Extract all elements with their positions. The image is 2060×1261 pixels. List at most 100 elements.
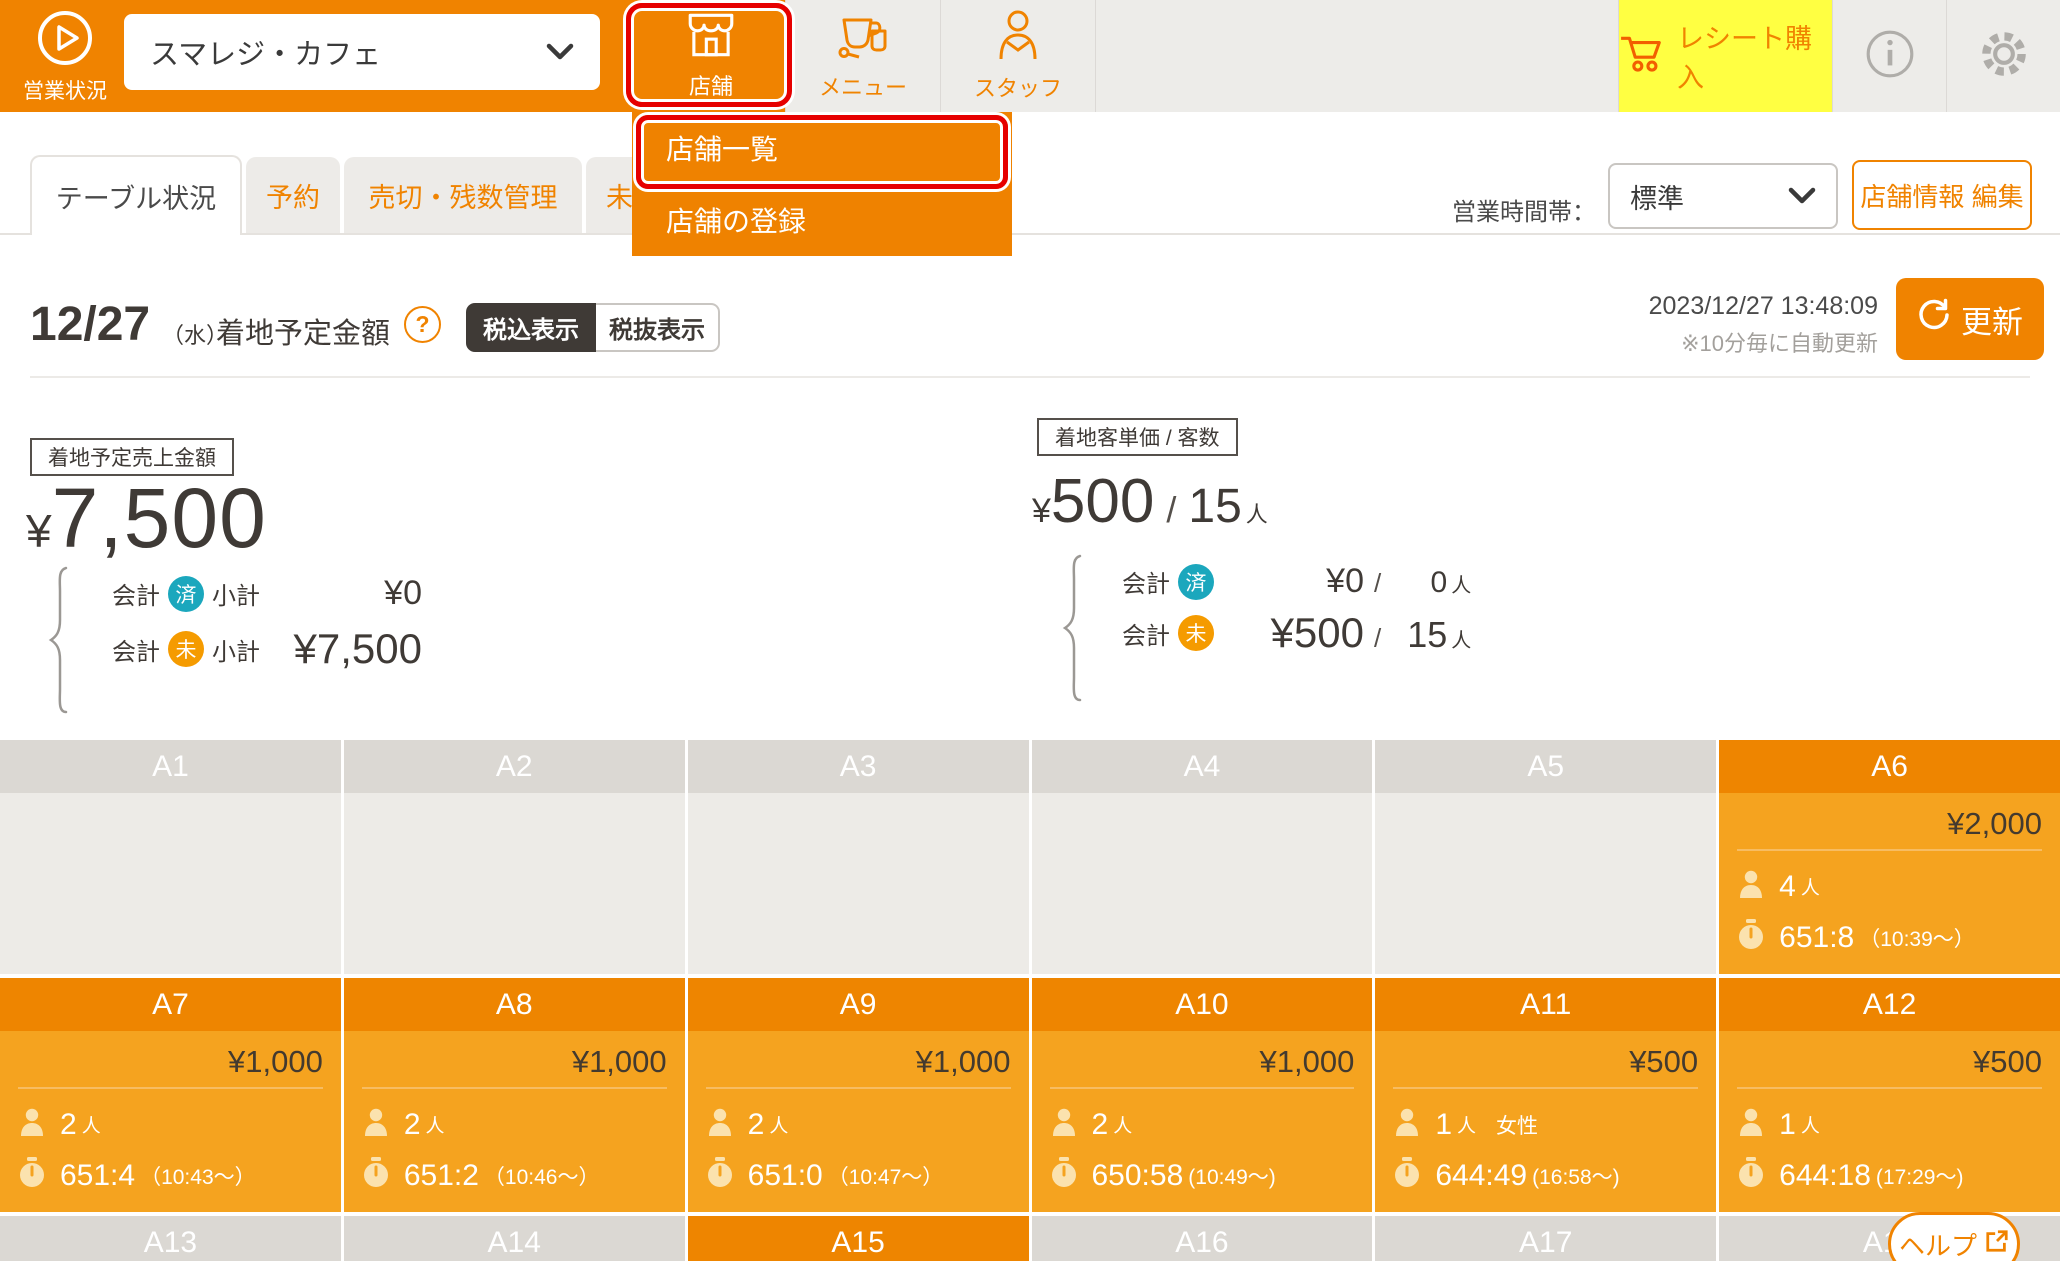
- table-cell-a16[interactable]: A16: [1032, 1216, 1373, 1261]
- person-icon: [18, 1107, 46, 1142]
- cell-people-line: 2人: [18, 1107, 323, 1142]
- kaikei-label: 会計: [112, 576, 160, 611]
- pc-unpaid-value: ¥500: [1236, 609, 1364, 657]
- table-cell-a8[interactable]: A8 ¥1,000 2人 651:2（10:46〜）: [344, 978, 685, 1212]
- storefront-icon: [684, 11, 738, 65]
- person-icon: [1737, 869, 1765, 904]
- paid-badge: 済: [168, 576, 204, 612]
- menu-item-store-list[interactable]: 店舗一覧: [632, 112, 1012, 184]
- refresh-icon: [1917, 298, 1951, 340]
- store-selector-value: スマレジ・カフェ: [150, 31, 381, 73]
- receipt-purchase-label: レシート購入: [1677, 17, 1832, 95]
- tab-soldout-management[interactable]: 売切・残数管理: [344, 157, 582, 233]
- business-status-button[interactable]: 営業状況: [10, 6, 120, 108]
- nav-item-menu[interactable]: メニュー: [785, 0, 940, 112]
- yen-sign: ¥: [26, 504, 52, 558]
- table-cell-a2[interactable]: A2: [344, 740, 685, 974]
- info-button[interactable]: [1832, 0, 1946, 112]
- sales-paid-row: 会計 済 小計 ¥0: [112, 574, 422, 613]
- store-selector[interactable]: スマレジ・カフェ: [124, 14, 600, 90]
- info-icon: [1863, 27, 1917, 86]
- tab-table-status[interactable]: テーブル状況: [30, 155, 242, 235]
- sales-forecast-amount: ¥7,500: [26, 470, 267, 567]
- business-hours-value: 標準: [1630, 177, 1684, 216]
- sales-unpaid-value: ¥7,500: [294, 625, 422, 673]
- business-status-label: 営業状況: [23, 75, 107, 105]
- stopwatch-icon: [1393, 1157, 1421, 1194]
- table-cell-a10[interactable]: A10 ¥1,000 2人 650:58(10:49〜): [1032, 978, 1373, 1212]
- menu-item-store-register[interactable]: 店舗の登録: [632, 184, 1012, 256]
- nav-item-store[interactable]: 店舗: [637, 0, 785, 112]
- cell-amount: ¥2,000: [1737, 801, 2042, 847]
- help-button[interactable]: ヘルプ: [1888, 1212, 2020, 1261]
- tax-excluded-toggle[interactable]: 税抜表示: [596, 303, 720, 352]
- table-status-dashboard: 営業状況 スマレジ・カフェ 店舗 メニュー スタッフ: [0, 0, 2060, 1261]
- table-cell-a13[interactable]: A13: [0, 1216, 341, 1261]
- stopwatch-icon: [362, 1157, 390, 1194]
- table-cell-a3[interactable]: A3: [688, 740, 1029, 974]
- business-hours-select[interactable]: 標準: [1608, 163, 1838, 229]
- person-icon: [362, 1107, 390, 1142]
- gear-icon: [1976, 26, 2032, 87]
- table-cell-a12[interactable]: A12 ¥500 1人 644:18(17:29〜): [1719, 978, 2060, 1212]
- refresh-button[interactable]: 更新: [1896, 278, 2044, 360]
- person-icon: [1050, 1107, 1078, 1142]
- staff-person-icon: [994, 9, 1042, 67]
- cell-amount: ¥1,000: [1050, 1039, 1355, 1085]
- tax-included-toggle[interactable]: 税込表示: [466, 303, 596, 352]
- tab-reservation[interactable]: 予約: [246, 157, 340, 233]
- paid-badge: 済: [1178, 564, 1214, 600]
- cell-amount: ¥500: [1393, 1039, 1698, 1085]
- cell-people-line: 1人: [1737, 1107, 2042, 1142]
- tax-display-toggle: 税込表示 税抜表示: [466, 303, 720, 352]
- summary-title: 着地予定金額: [216, 310, 390, 352]
- receipt-purchase-button[interactable]: レシート購入: [1618, 0, 1832, 112]
- table-cell-a15[interactable]: A15: [688, 1216, 1029, 1261]
- app-header: 営業状況 スマレジ・カフェ 店舗 メニュー スタッフ: [0, 0, 2060, 112]
- edit-store-info-button[interactable]: 店舗情報 編集: [1852, 160, 2032, 230]
- help-question-icon[interactable]: ?: [404, 306, 441, 343]
- cell-time-line: 651:2（10:46〜）: [362, 1157, 667, 1194]
- person-icon: [1737, 1107, 1765, 1142]
- table-cell-a9[interactable]: A9 ¥1,000 2人 651:0（10:47〜）: [688, 978, 1029, 1212]
- cell-time-line: 644:49(16:58〜): [1393, 1157, 1698, 1194]
- refresh-label: 更新: [1961, 297, 2023, 342]
- last-updated-timestamp: 2023/12/27 13:48:09: [1500, 292, 1878, 321]
- section-divider: [30, 376, 2030, 378]
- settings-button[interactable]: [1946, 0, 2060, 112]
- brace-decoration: [1060, 553, 1086, 708]
- sales-breakdown: 会計 済 小計 ¥0 会計 未 小計 ¥7,500: [112, 574, 422, 673]
- table-cell-a17[interactable]: A17: [1375, 1216, 1716, 1261]
- table-cell-a6[interactable]: A6 ¥2,000 4人 651:8（10:39〜）: [1719, 740, 2060, 974]
- table-cell-a14[interactable]: A14: [344, 1216, 685, 1261]
- cell-amount: ¥500: [1737, 1039, 2042, 1085]
- table-cell-a1[interactable]: A1: [0, 740, 341, 974]
- unpaid-badge: 未: [168, 631, 204, 667]
- kaikei-label: 会計: [1122, 564, 1170, 599]
- cell-time-line: 650:58(10:49〜): [1050, 1157, 1355, 1194]
- unpaid-badge: 未: [1178, 615, 1214, 651]
- sales-paid-value: ¥0: [384, 574, 422, 613]
- cell-time-line: 644:18(17:29〜): [1737, 1157, 2042, 1194]
- per-customer-amount: ¥500 / 15 人: [1032, 466, 1268, 537]
- cell-people-line: 1人 女性: [1393, 1107, 1698, 1142]
- table-cell-a7[interactable]: A7 ¥1,000 2人 651:4（10:43〜）: [0, 978, 341, 1212]
- subtotal-label: 小計: [212, 632, 260, 667]
- per-customer-paid-row: 会計 済 ¥0 / 0 人: [1122, 562, 1494, 601]
- cell-amount: ¥1,000: [362, 1039, 667, 1085]
- table-grid: A1 A2 A3 A4 A5 A6 ¥2,000 4人: [0, 740, 2060, 1261]
- table-cell-a11[interactable]: A11 ¥500 1人 女性 644:49(16:58〜): [1375, 978, 1716, 1212]
- per-customer-label: 着地客単価 / 客数: [1037, 418, 1238, 456]
- cell-amount: ¥1,000: [18, 1039, 323, 1085]
- play-icon: [36, 9, 94, 72]
- nav-item-staff[interactable]: スタッフ: [940, 0, 1096, 112]
- cell-time-line: 651:0（10:47〜）: [706, 1157, 1011, 1194]
- pc-paid-value: ¥0: [1236, 562, 1364, 601]
- table-cell-a4[interactable]: A4: [1032, 740, 1373, 974]
- table-cell-a5[interactable]: A5: [1375, 740, 1716, 974]
- external-link-icon: [1985, 1229, 2009, 1260]
- nav-item-menu-label: メニュー: [819, 70, 907, 102]
- sales-unpaid-row: 会計 未 小計 ¥7,500: [112, 625, 422, 673]
- cell-people-line: 2人: [362, 1107, 667, 1142]
- stopwatch-icon: [1050, 1157, 1078, 1194]
